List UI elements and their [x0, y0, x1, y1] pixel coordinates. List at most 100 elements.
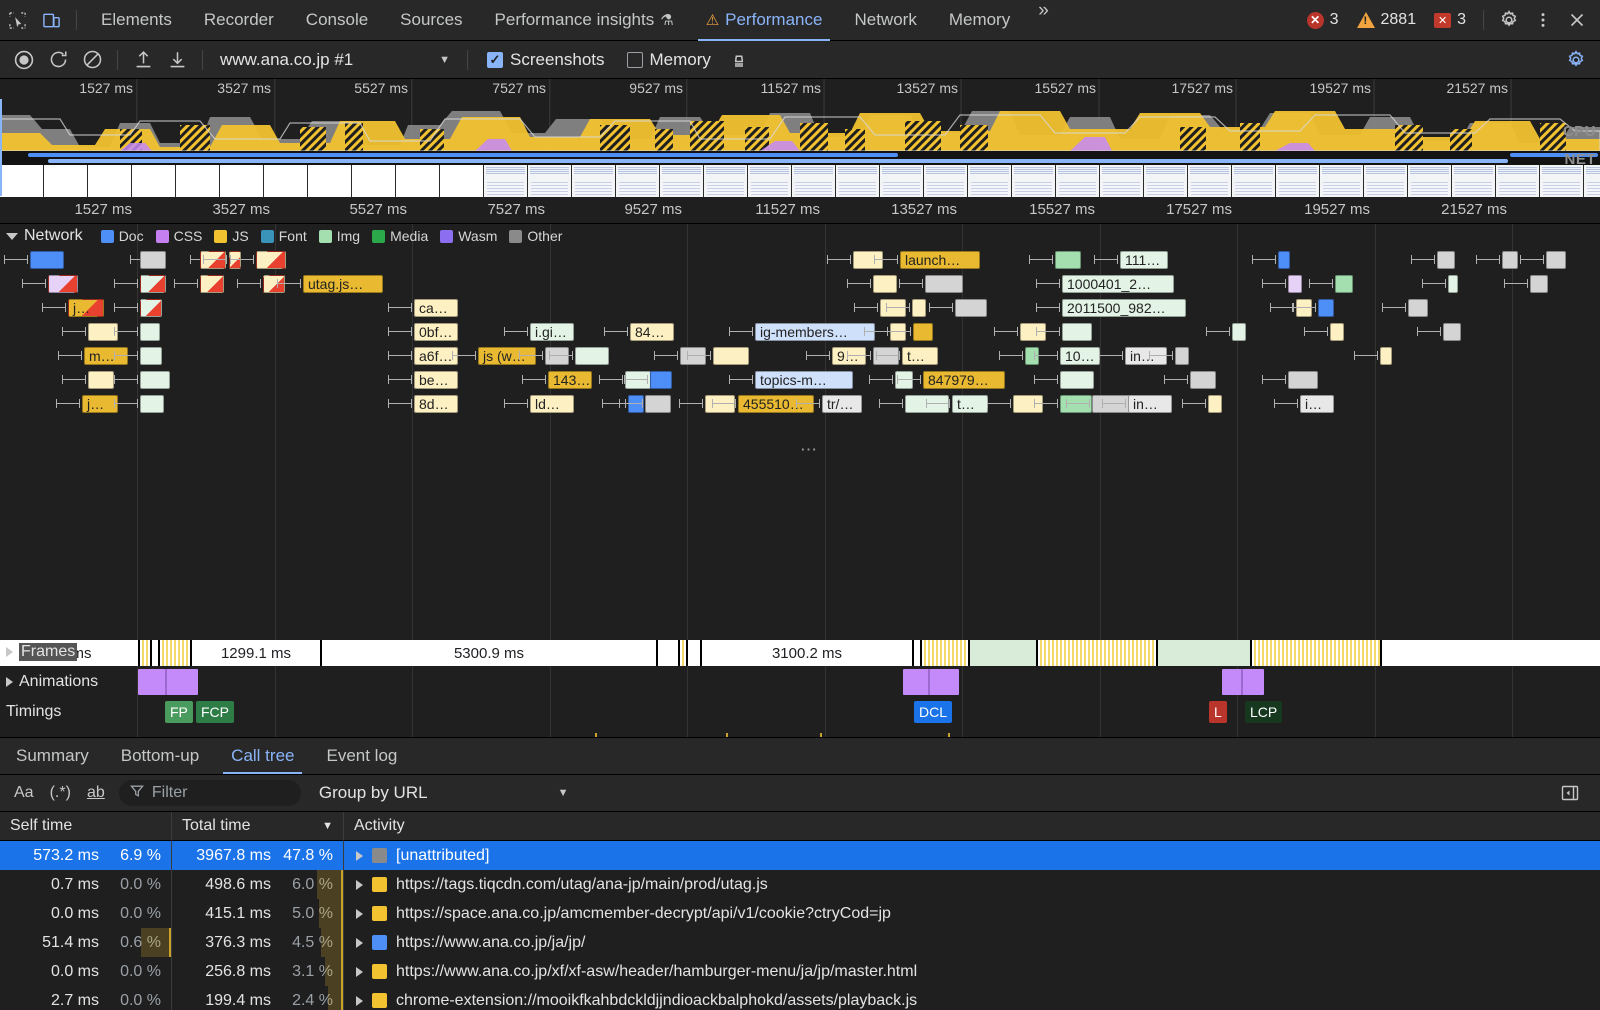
regex-button[interactable]: (.*)	[44, 780, 77, 806]
network-request-bar[interactable]	[1546, 251, 1566, 269]
timing-marker-fp[interactable]: FP	[165, 701, 193, 723]
filmstrip-frame[interactable]	[1012, 165, 1056, 197]
network-request-bar[interactable]	[48, 275, 78, 293]
expand-chevron-right-icon[interactable]	[356, 908, 363, 919]
filmstrip-frame[interactable]	[572, 165, 616, 197]
network-request-bar[interactable]	[1278, 251, 1290, 269]
network-request-bar[interactable]	[140, 347, 162, 365]
network-request-bar[interactable]	[140, 395, 164, 413]
filmstrip-frame[interactable]	[352, 165, 396, 197]
filmstrip-frame[interactable]	[88, 165, 132, 197]
network-request-bar[interactable]: topics-m…	[755, 371, 853, 389]
tab-performance-insights[interactable]: Performance insights ⚗	[479, 0, 690, 41]
network-request-rows[interactable]: launch… 111… utag.js… 1000401_2… j… ca… 201150…	[0, 248, 1600, 438]
network-request-bar[interactable]	[650, 371, 672, 389]
network-request-bar[interactable]: i.gi…	[530, 323, 574, 341]
animations-track-header[interactable]: Animations	[6, 673, 98, 691]
network-request-bar[interactable]	[1232, 323, 1246, 341]
frame-segment[interactable]	[914, 640, 922, 666]
network-request-bar[interactable]	[1502, 251, 1518, 269]
network-request-bar[interactable]	[912, 299, 926, 317]
frames-track-header[interactable]: Frames	[6, 643, 78, 661]
filmstrip-frame[interactable]	[1496, 165, 1540, 197]
filmstrip-frame[interactable]	[968, 165, 1012, 197]
network-request-bar[interactable]	[140, 371, 170, 389]
more-tabs-chevron-icon[interactable]: »	[1026, 0, 1061, 41]
frame-segment[interactable]	[1038, 640, 1158, 666]
filmstrip-frame[interactable]	[1100, 165, 1144, 197]
table-row[interactable]: 0.0 ms 0.0 % 415.1 ms 5.0 % https://space.an…	[0, 899, 1600, 928]
network-request-bar[interactable]: m…	[84, 347, 128, 365]
issues-counter[interactable]: ✕ 3	[1425, 11, 1475, 29]
filmstrip-frame[interactable]	[440, 165, 484, 197]
screenshot-filmstrip[interactable]	[0, 165, 1600, 197]
filmstrip-frame[interactable]	[1276, 165, 1320, 197]
network-request-bar[interactable]	[1055, 251, 1081, 269]
filmstrip-frame[interactable]	[704, 165, 748, 197]
expand-chevron-right-icon[interactable]	[356, 879, 363, 890]
timing-marker-fcp[interactable]: FCP	[196, 701, 234, 723]
frame-segment[interactable]	[152, 640, 160, 666]
filmstrip-frame[interactable]	[484, 165, 528, 197]
recording-selector[interactable]: www.ana.co.jp #1 ▼	[212, 50, 458, 70]
tab-elements[interactable]: Elements	[85, 0, 188, 41]
device-toolbar-icon[interactable]	[34, 0, 68, 41]
timing-marker-l[interactable]: L	[1209, 701, 1227, 723]
filmstrip-frame[interactable]	[748, 165, 792, 197]
filmstrip-frame[interactable]	[1056, 165, 1100, 197]
filmstrip-frame[interactable]	[1408, 165, 1452, 197]
filmstrip-frame[interactable]	[396, 165, 440, 197]
network-request-bar[interactable]	[1060, 395, 1092, 413]
timing-marker-dcl[interactable]: DCL	[914, 701, 953, 723]
filmstrip-frame[interactable]	[176, 165, 220, 197]
timing-marker-lcp[interactable]: LCP	[1245, 701, 1283, 723]
network-request-bar[interactable]	[1296, 299, 1312, 317]
network-request-bar[interactable]	[200, 275, 224, 293]
record-button[interactable]	[8, 45, 40, 75]
filmstrip-frame[interactable]	[220, 165, 264, 197]
network-request-bar[interactable]	[680, 347, 706, 365]
screenshots-checkbox[interactable]: Screenshots	[477, 50, 615, 70]
download-profile-icon[interactable]	[161, 45, 193, 75]
expand-chevron-right-icon[interactable]	[356, 937, 363, 948]
overview-window-left-edge[interactable]	[0, 99, 2, 196]
network-request-bar[interactable]: 1000401_2…	[1062, 275, 1174, 293]
table-row[interactable]: 0.7 ms 0.0 % 498.6 ms 6.0 % https://tags.tiq…	[0, 870, 1600, 899]
expand-chevron-right-icon[interactable]	[356, 995, 363, 1006]
tab-network[interactable]: Network	[838, 0, 932, 41]
frames-band[interactable]: 6.4 ms1299.1 ms5300.9 ms3100.2 ms	[0, 640, 1600, 666]
filmstrip-frame[interactable]	[1188, 165, 1232, 197]
network-request-bar[interactable]	[1448, 275, 1458, 293]
capture-settings-gear-icon[interactable]	[1560, 45, 1592, 75]
frame-segment[interactable]	[680, 640, 688, 666]
network-request-bar[interactable]	[913, 323, 933, 341]
filmstrip-frame[interactable]	[1584, 165, 1600, 197]
network-request-bar[interactable]	[645, 395, 671, 413]
network-request-bar[interactable]	[140, 251, 166, 269]
filmstrip-frame[interactable]	[1144, 165, 1188, 197]
filmstrip-frame[interactable]	[924, 165, 968, 197]
network-request-bar[interactable]: 9…	[832, 347, 866, 365]
frame-segment[interactable]: 3100.2 ms	[702, 640, 914, 666]
tab-performance[interactable]: ⚠ Performance	[690, 0, 839, 41]
network-request-bar[interactable]: 847979…	[923, 371, 1005, 389]
network-request-bar[interactable]: ig-members…	[755, 323, 875, 341]
filmstrip-frame[interactable]	[308, 165, 352, 197]
network-request-bar[interactable]: t…	[952, 395, 988, 413]
network-request-bar[interactable]: 0bf…	[414, 323, 458, 341]
filmstrip-frame[interactable]	[1540, 165, 1584, 197]
network-request-bar[interactable]	[88, 371, 114, 389]
warning-counter[interactable]: 2881	[1348, 11, 1426, 29]
filmstrip-frame[interactable]	[1452, 165, 1496, 197]
column-header-self-time[interactable]: Self time	[0, 812, 172, 840]
network-request-bar[interactable]	[140, 275, 166, 293]
network-request-bar[interactable]	[1025, 347, 1039, 365]
network-request-bar[interactable]: 2011500_982…	[1062, 299, 1186, 317]
network-request-bar[interactable]: 84…	[630, 323, 674, 341]
network-request-bar[interactable]: 143…	[548, 371, 592, 389]
filmstrip-frame[interactable]	[616, 165, 660, 197]
group-by-selector[interactable]: Group by URL ▼	[319, 783, 569, 803]
network-request-bar[interactable]	[955, 299, 987, 317]
network-request-bar[interactable]: js (w…	[478, 347, 536, 365]
network-request-bar[interactable]	[256, 251, 286, 269]
